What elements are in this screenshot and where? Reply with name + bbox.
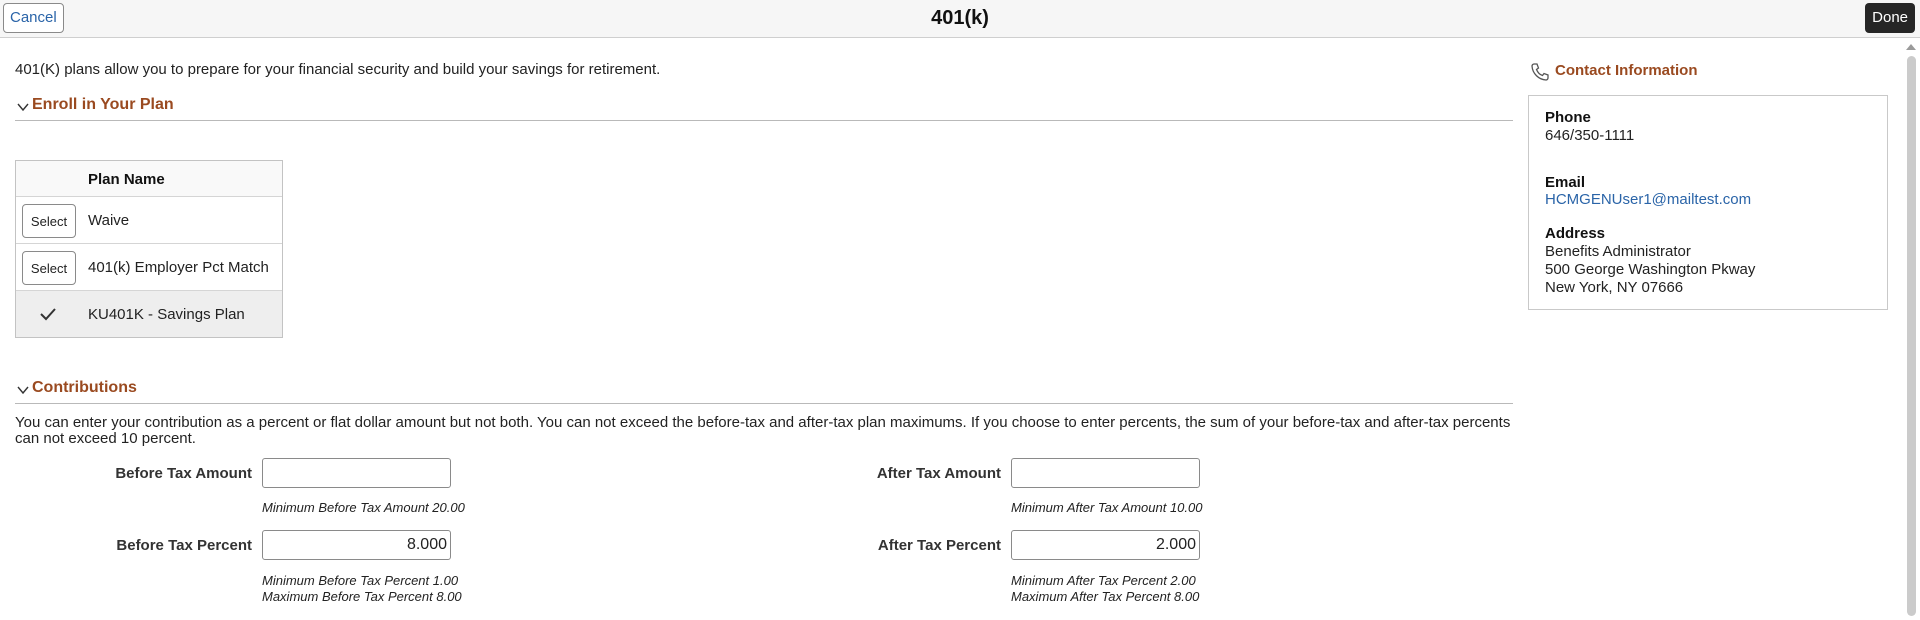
chevron-down-icon[interactable] [17, 101, 29, 113]
enroll-section-title: Enroll in Your Plan [32, 96, 174, 113]
after-tax-percent-input[interactable] [1011, 530, 1200, 560]
contributions-section-title: Contributions [32, 379, 137, 396]
chevron-down-icon[interactable] [17, 384, 29, 396]
email-label: Email [1545, 174, 1586, 191]
plan-grid: Plan Name Select Waive Select 401(k) Emp… [15, 160, 283, 338]
after-tax-amount-hint: Minimum After Tax Amount 10.00 [1011, 500, 1203, 515]
email-link[interactable]: HCMGENUser1@mailtest.com [1545, 191, 1751, 209]
phone-value: 646/350-1111 [1545, 127, 1635, 144]
address-line-2: 500 George Washington Pkway [1545, 261, 1756, 278]
scrollbar-thumb[interactable] [1907, 56, 1916, 616]
after-tax-percent-max-hint: Maximum After Tax Percent 8.00 [1011, 589, 1200, 604]
before-tax-amount-hint: Minimum Before Tax Amount 20.00 [262, 500, 465, 515]
plan-name-column-header: Plan Name [88, 171, 165, 188]
select-employer-match-button[interactable]: Select [22, 251, 76, 285]
after-tax-amount-input[interactable] [1011, 458, 1200, 488]
address-line-3: New York, NY 07666 [1545, 279, 1684, 296]
after-tax-percent-label: After Tax Percent [877, 537, 1001, 554]
contact-info-box: Phone 646/350-1111 Email HCMGENUser1@mai… [1528, 95, 1888, 310]
phone-label: Phone [1545, 109, 1591, 126]
before-tax-amount-input[interactable] [262, 458, 451, 488]
page-header: Cancel 401(k) Done [0, 0, 1920, 38]
plan-grid-header-row: Plan Name [16, 161, 282, 196]
after-tax-percent-min-hint: Minimum After Tax Percent 2.00 [1011, 573, 1196, 588]
plan-row-savings-plan: KU401K - Savings Plan [16, 290, 282, 337]
phone-icon [1531, 63, 1549, 81]
plan-name: Waive [88, 212, 130, 229]
intro-text: 401(K) plans allow you to prepare for yo… [15, 61, 661, 78]
plan-row-waive: Select Waive [16, 196, 282, 243]
done-button[interactable]: Done [1865, 3, 1915, 33]
before-tax-percent-max-hint: Maximum Before Tax Percent 8.00 [262, 589, 462, 604]
contributions-section-header[interactable]: Contributions [15, 377, 1513, 404]
select-waive-button[interactable]: Select [22, 204, 76, 238]
plan-row-employer-match: Select 401(k) Employer Pct Match [16, 243, 282, 290]
checkmark-icon [40, 308, 56, 321]
before-tax-percent-min-hint: Minimum Before Tax Percent 1.00 [262, 573, 459, 588]
contact-info-title: Contact Information [1555, 62, 1698, 79]
plan-name: KU401K - Savings Plan [88, 306, 245, 323]
scroll-up-arrow-icon[interactable] [1906, 44, 1916, 50]
plan-name: 401(k) Employer Pct Match [88, 259, 269, 276]
contributions-description: You can enter your contribution as a per… [15, 414, 1511, 447]
before-tax-amount-label: Before Tax Amount [115, 465, 252, 482]
address-label: Address [1545, 225, 1606, 242]
address-line-1: Benefits Administrator [1545, 243, 1691, 260]
before-tax-percent-label: Before Tax Percent [116, 537, 252, 554]
enroll-section-header[interactable]: Enroll in Your Plan [15, 94, 1513, 121]
before-tax-percent-input[interactable] [262, 530, 451, 560]
after-tax-amount-label: After Tax Amount [876, 465, 1001, 482]
page-title: 401(k) [931, 7, 989, 29]
